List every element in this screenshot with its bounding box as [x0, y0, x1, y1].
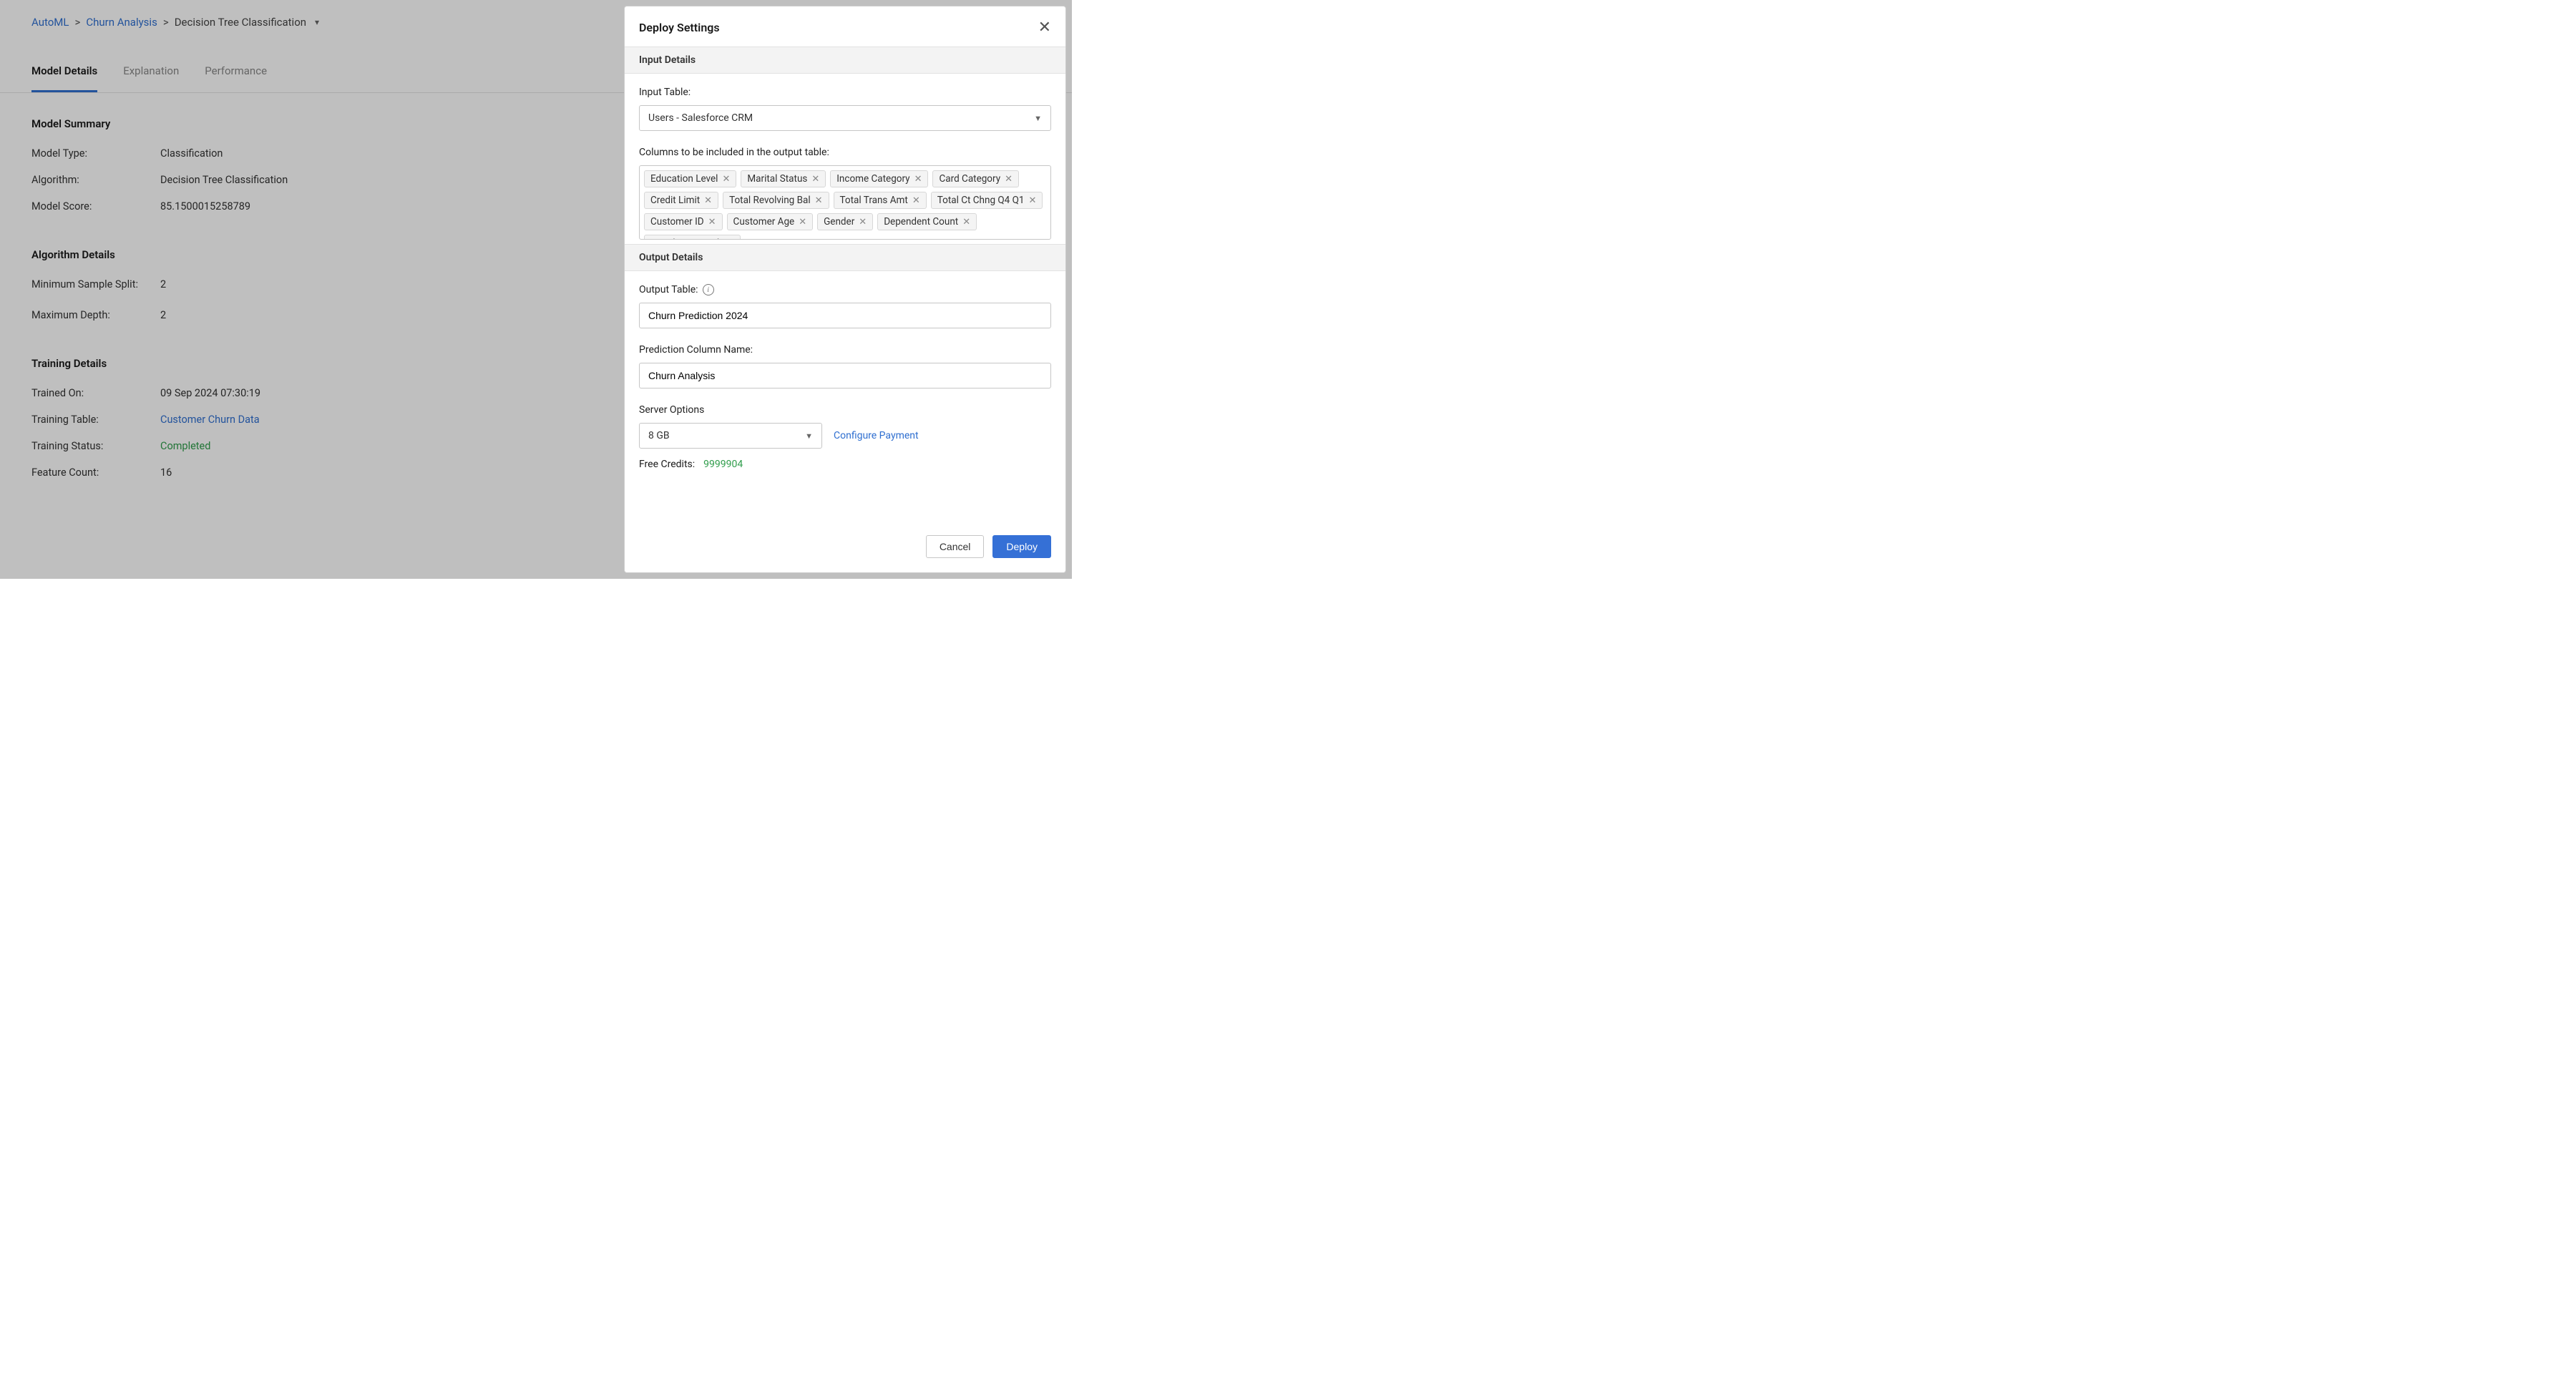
column-tag-label: Total Revolving Bal — [729, 195, 811, 206]
prediction-column-input[interactable] — [648, 370, 1042, 381]
remove-tag-icon[interactable]: ✕ — [859, 217, 867, 227]
column-tag: Education Level ✕ — [644, 170, 736, 187]
column-tag-label: Total Ct Chng Q4 Q1 — [937, 195, 1025, 206]
close-icon[interactable]: ✕ — [1038, 19, 1051, 35]
column-tag-label: Credit Limit — [650, 195, 700, 206]
modal-title: Deploy Settings — [639, 21, 720, 34]
chevron-down-icon: ▼ — [805, 431, 813, 441]
input-details-body: Input Table: Users - Salesforce CRM ▼ Co… — [625, 74, 1065, 244]
prediction-column-label: Prediction Column Name: — [639, 344, 1051, 356]
remove-tag-icon[interactable]: ✕ — [799, 217, 806, 227]
output-table-label: Output Table: i — [639, 284, 1051, 295]
output-details-heading: Output Details — [625, 244, 1065, 271]
column-tag: Customer ID ✕ — [644, 213, 723, 230]
column-tag: Gender ✕ — [817, 213, 873, 230]
column-tag-label: Card Category — [939, 173, 1000, 185]
column-tag-label: Marital Status — [747, 173, 807, 185]
column-tag: Total Ct Chng Q4 Q1✕ — [931, 192, 1043, 209]
column-tag-label: Customer Age — [733, 216, 795, 228]
column-tag: Total Revolving Bal ✕ — [723, 192, 829, 209]
column-tag-label: Education Level — [650, 173, 718, 185]
remove-tag-icon[interactable]: ✕ — [815, 196, 823, 205]
column-tag: Dependent Count ✕ — [877, 213, 977, 230]
free-credits-value: 9999904 — [703, 459, 743, 470]
remove-tag-icon[interactable]: ✕ — [1028, 196, 1036, 205]
configure-payment-link[interactable]: Configure Payment — [834, 430, 919, 441]
remove-tag-icon[interactable]: ✕ — [1005, 175, 1013, 184]
info-icon[interactable]: i — [703, 284, 714, 295]
output-table-label-text: Output Table: — [639, 284, 698, 295]
remove-tag-icon[interactable]: ✕ — [962, 217, 970, 227]
column-tag-label: Dependent Count — [884, 216, 958, 228]
free-credits-label: Free Credits: — [639, 459, 695, 470]
input-table-select[interactable]: Users - Salesforce CRM ▼ — [639, 105, 1051, 131]
server-options-value: 8 GB — [648, 430, 670, 441]
remove-tag-icon[interactable]: ✕ — [914, 175, 922, 184]
remove-tag-icon[interactable]: ✕ — [912, 196, 920, 205]
column-tag: Credit Limit ✕ — [644, 192, 718, 209]
remove-tag-icon[interactable]: ✕ — [708, 217, 716, 227]
column-tag: Months On Book ✕ — [644, 235, 741, 240]
remove-tag-icon[interactable]: ✕ — [704, 196, 712, 205]
column-tag: Card Category ✕ — [932, 170, 1019, 187]
deploy-settings-modal: Deploy Settings ✕ Input Details Input Ta… — [624, 6, 1066, 573]
modal-footer: Cancel Deploy — [625, 535, 1065, 572]
column-tag-label: Customer ID — [650, 216, 704, 228]
remove-tag-icon[interactable]: ✕ — [811, 175, 819, 184]
column-tag: Marital Status ✕ — [741, 170, 826, 187]
column-tag: Customer Age ✕ — [727, 213, 814, 230]
server-options-select[interactable]: 8 GB ▼ — [639, 423, 822, 449]
column-tag-label: Gender — [824, 216, 854, 228]
column-tag: Total Trans Amt ✕ — [834, 192, 927, 209]
output-details-body: Output Table: i Prediction Column Name: … — [625, 271, 1065, 474]
column-tag-label: Total Trans Amt — [840, 195, 908, 206]
chevron-down-icon: ▼ — [1034, 114, 1042, 123]
modal-header: Deploy Settings ✕ — [625, 6, 1065, 47]
output-table-input-wrap — [639, 303, 1051, 328]
deploy-button[interactable]: Deploy — [992, 535, 1051, 558]
columns-tag-input[interactable]: Education Level✕Marital Status✕Income Ca… — [639, 165, 1051, 240]
input-details-heading: Input Details — [625, 47, 1065, 74]
column-tag-label: Income Category — [836, 173, 909, 185]
input-table-value: Users - Salesforce CRM — [648, 112, 753, 124]
output-table-input[interactable] — [648, 310, 1042, 321]
input-table-label: Input Table: — [639, 87, 1051, 98]
cancel-button[interactable]: Cancel — [926, 535, 985, 558]
remove-tag-icon[interactable]: ✕ — [726, 239, 734, 240]
column-tag-label: Months On Book — [650, 238, 722, 240]
server-options-label: Server Options — [639, 404, 1051, 416]
prediction-column-input-wrap — [639, 363, 1051, 388]
columns-label: Columns to be included in the output tab… — [639, 147, 1051, 158]
column-tag: Income Category ✕ — [830, 170, 928, 187]
remove-tag-icon[interactable]: ✕ — [722, 175, 730, 184]
